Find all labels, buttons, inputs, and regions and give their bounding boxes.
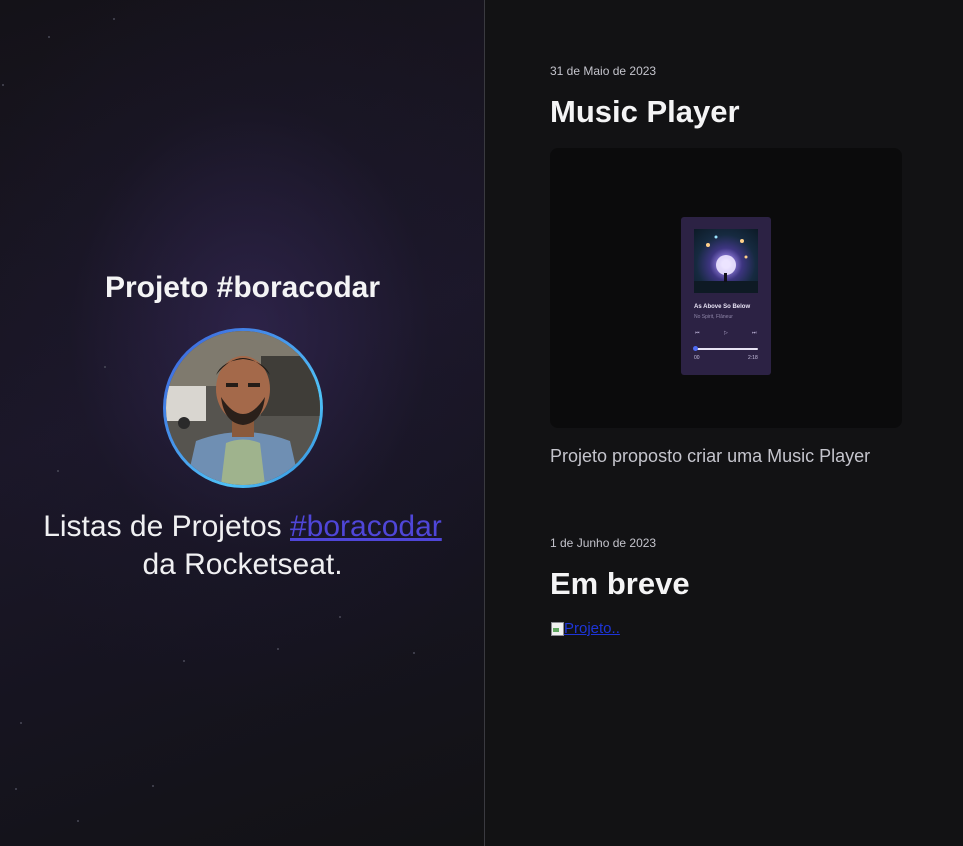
profile-panel: Projeto #boracodar Listas de Projetos #b… <box>0 0 485 846</box>
profile: Projeto #boracodar Listas de Projetos #b… <box>0 268 485 584</box>
song-title: As Above So Below <box>694 304 751 310</box>
project-description: Projeto proposto criar uma Music Player <box>550 446 871 466</box>
profile-heading: Projeto #boracodar <box>104 271 381 304</box>
project-date: 1 de Junho de 2023 <box>550 536 657 550</box>
star-dot <box>20 722 22 724</box>
progress-bar <box>694 348 758 350</box>
star-dot <box>339 616 341 618</box>
song-artist: No Spirit, Flâneur <box>694 314 733 320</box>
avatar-portrait <box>165 331 320 485</box>
music-player-mockup: As Above So Below No Spirit, Flâneur ⏮ ▷… <box>681 217 771 375</box>
avatar-ring <box>162 328 323 488</box>
star-dot <box>2 84 4 86</box>
tagline-suffix: da Rocketseat. <box>142 548 343 581</box>
play-icon: ▷ <box>724 330 728 336</box>
image-alt-text: Projeto.. <box>564 620 620 637</box>
star-dot <box>48 36 50 38</box>
star-dot <box>15 788 17 790</box>
star-dot <box>183 660 185 662</box>
time-start: 00 <box>694 355 700 361</box>
album-cover <box>694 229 758 293</box>
project-image-link[interactable]: Projeto.. <box>550 620 620 637</box>
project-title[interactable]: Music Player <box>550 94 740 130</box>
star-dot <box>113 18 115 20</box>
next-icon: ⏭ <box>752 330 757 336</box>
time-end: 2:18 <box>748 355 758 361</box>
project-preview-image[interactable]: As Above So Below No Spirit, Flâneur ⏮ ▷… <box>550 148 902 428</box>
avatar <box>165 331 320 485</box>
star-dot <box>277 648 279 650</box>
star-dot <box>77 820 79 822</box>
tagline-prefix: Listas de Projetos <box>43 510 290 543</box>
progress-knob <box>693 346 698 351</box>
tagline: Listas de Projetos #boracodar da Rockets… <box>0 508 485 584</box>
album-art <box>694 235 758 293</box>
project-title[interactable]: Em breve <box>550 566 690 602</box>
boracodar-link[interactable]: #boracodar <box>290 510 442 543</box>
star-dot <box>152 785 154 787</box>
project-date: 31 de Maio de 2023 <box>550 64 657 78</box>
broken-image-icon <box>550 621 564 636</box>
star-dot <box>413 652 415 654</box>
prev-icon: ⏮ <box>695 330 700 336</box>
